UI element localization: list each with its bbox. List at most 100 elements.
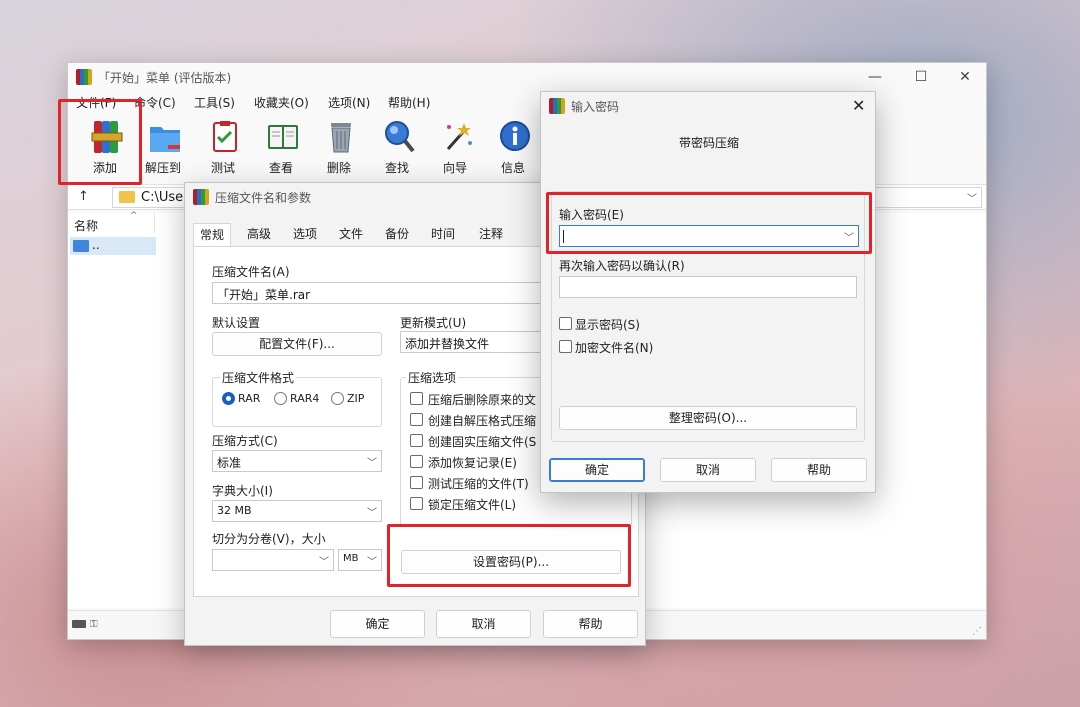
view-book-icon bbox=[268, 125, 298, 149]
chevron-down-icon[interactable]: ﹀ bbox=[967, 190, 977, 205]
folder-icon bbox=[119, 191, 135, 203]
recovery-checkbox[interactable] bbox=[410, 455, 423, 468]
password-dialog-title: 输入密码 bbox=[571, 100, 620, 114]
tab-options[interactable]: 选项 bbox=[287, 223, 323, 247]
toolbar-delete-button[interactable]: 删除 bbox=[310, 117, 368, 179]
tab-backup[interactable]: 备份 bbox=[379, 223, 415, 247]
confirm-password-label: 再次输入密码以确认(R) bbox=[559, 259, 685, 273]
format-rar4-radio[interactable] bbox=[274, 392, 287, 405]
extract-folder-icon bbox=[150, 127, 180, 152]
toolbar-add-button[interactable]: 添加 bbox=[76, 117, 134, 179]
show-password-checkbox[interactable] bbox=[559, 317, 572, 330]
toolbar: 添加 解压到 测试 查看 删除 查找 向导 信息 bbox=[68, 117, 548, 181]
tab-time[interactable]: 时间 bbox=[425, 223, 461, 247]
address-text: C:\Use bbox=[141, 190, 184, 205]
method-select[interactable]: 标准 ﹀ bbox=[212, 450, 382, 472]
menu-commands[interactable]: 命令(C) bbox=[134, 94, 176, 111]
toolbar-wizard-button[interactable]: 向导 bbox=[426, 117, 484, 179]
menu-favorites[interactable]: 收藏夹(O) bbox=[254, 94, 309, 111]
format-zip-radio[interactable] bbox=[331, 392, 344, 405]
text-caret bbox=[563, 230, 564, 243]
delete-after-label: 压缩后删除原来的文 bbox=[428, 393, 537, 407]
format-rar4-label: RAR4 bbox=[290, 392, 320, 405]
archive-name-label: 压缩文件名(A) bbox=[212, 265, 290, 279]
sort-up-icon: ^ bbox=[130, 211, 138, 221]
winrar-app-icon bbox=[549, 98, 565, 114]
delete-after-checkbox[interactable] bbox=[410, 392, 423, 405]
ok-button[interactable]: 确定 bbox=[330, 610, 425, 638]
toolbar-find-button[interactable]: 查找 bbox=[368, 117, 426, 179]
list-item-name: .. bbox=[92, 238, 100, 252]
column-header-name[interactable]: 名称 bbox=[74, 217, 98, 234]
drive-icon[interactable] bbox=[72, 620, 86, 628]
dict-value: 32 MB bbox=[217, 504, 252, 517]
trash-icon bbox=[331, 123, 351, 153]
test-after-checkbox[interactable] bbox=[410, 476, 423, 489]
confirm-password-input[interactable] bbox=[559, 276, 857, 298]
menu-file[interactable]: 文件(F) bbox=[76, 94, 116, 111]
menu-bar: 文件(F) 命令(C) 工具(S) 收藏夹(O) 选项(N) 帮助(H) bbox=[68, 93, 538, 113]
cancel-button[interactable]: 取消 bbox=[436, 610, 531, 638]
toolbar-info-button[interactable]: 信息 bbox=[484, 117, 542, 179]
lock-checkbox[interactable] bbox=[410, 497, 423, 510]
close-button[interactable]: ✕ bbox=[942, 63, 988, 91]
update-mode-select[interactable]: 添加并替换文件 bbox=[400, 331, 552, 353]
dialog-title: 压缩文件名和参数 bbox=[215, 191, 312, 205]
format-rar-radio[interactable] bbox=[222, 392, 235, 405]
archive-name-input[interactable]: 「开始」菜单.rar bbox=[212, 282, 552, 304]
maximize-button[interactable]: ☐ bbox=[898, 63, 944, 91]
dict-label: 字典大小(I) bbox=[212, 484, 273, 498]
menu-help[interactable]: 帮助(H) bbox=[388, 94, 430, 111]
password-help-button[interactable]: 帮助 bbox=[771, 458, 867, 482]
winrar-app-icon bbox=[193, 189, 209, 205]
sfx-checkbox[interactable] bbox=[410, 413, 423, 426]
tab-general[interactable]: 常规 bbox=[193, 223, 232, 248]
chevron-down-icon: ﹀ bbox=[319, 557, 329, 568]
split-size-input[interactable]: ﹀ bbox=[212, 549, 334, 571]
enter-password-label: 输入密码(E) bbox=[559, 208, 624, 222]
split-unit-select[interactable]: MB ﹀ bbox=[338, 549, 382, 571]
solid-checkbox[interactable] bbox=[410, 434, 423, 447]
enter-password-input[interactable]: ﹀ bbox=[559, 225, 859, 247]
help-button[interactable]: 帮助 bbox=[543, 610, 638, 638]
encrypt-names-label: 加密文件名(N) bbox=[575, 341, 654, 355]
window-title: 「开始」菜单 (评估版本) bbox=[98, 71, 232, 85]
encrypt-names-checkbox[interactable] bbox=[559, 340, 572, 353]
profiles-button[interactable]: 配置文件(F)... bbox=[212, 332, 382, 356]
toolbar-extract-button[interactable]: 解压到 bbox=[134, 117, 192, 179]
set-password-button[interactable]: 设置密码(P)... bbox=[401, 550, 621, 574]
chevron-down-icon[interactable]: ﹀ bbox=[844, 229, 854, 244]
toolbar-info-label: 信息 bbox=[500, 161, 525, 175]
toolbar-test-button[interactable]: 测试 bbox=[194, 117, 252, 179]
resize-grip-icon[interactable]: ⋰ bbox=[972, 626, 982, 637]
password-ok-button[interactable]: 确定 bbox=[549, 458, 645, 482]
tab-advanced[interactable]: 高级 bbox=[241, 223, 277, 247]
method-value: 标准 bbox=[217, 456, 242, 470]
toolbar-test-label: 测试 bbox=[210, 161, 235, 175]
sfx-label: 创建自解压格式压缩 bbox=[428, 414, 537, 428]
toolbar-extract-label: 解压到 bbox=[144, 161, 181, 175]
dict-select[interactable]: 32 MB ﹀ bbox=[212, 500, 382, 522]
toolbar-delete-label: 删除 bbox=[326, 161, 351, 175]
up-folder-button[interactable]: ↑ bbox=[78, 189, 89, 204]
menu-options[interactable]: 选项(N) bbox=[328, 94, 370, 111]
recovery-label: 添加恢复记录(E) bbox=[428, 456, 517, 470]
column-divider bbox=[154, 213, 155, 233]
tab-files[interactable]: 文件 bbox=[333, 223, 369, 247]
default-settings-label: 默认设置 bbox=[212, 316, 261, 330]
winrar-app-icon bbox=[76, 69, 92, 85]
tab-comment[interactable]: 注释 bbox=[473, 223, 509, 247]
close-icon[interactable]: ✕ bbox=[852, 96, 865, 115]
show-password-label: 显示密码(S) bbox=[575, 318, 640, 332]
wizard-wand-icon bbox=[446, 123, 472, 150]
method-label: 压缩方式(C) bbox=[212, 434, 278, 448]
minimize-button[interactable]: — bbox=[852, 63, 898, 91]
menu-tools[interactable]: 工具(S) bbox=[194, 94, 235, 111]
toolbar-add-label: 添加 bbox=[92, 161, 117, 175]
toolbar-view-button[interactable]: 查看 bbox=[252, 117, 310, 179]
organize-passwords-button[interactable]: 整理密码(O)... bbox=[559, 406, 857, 430]
archive-name-value: 「开始」菜单.rar bbox=[217, 288, 311, 302]
password-cancel-button[interactable]: 取消 bbox=[660, 458, 756, 482]
list-item[interactable]: .. bbox=[70, 237, 156, 255]
test-after-label: 测试压缩的文件(T) bbox=[428, 477, 529, 491]
